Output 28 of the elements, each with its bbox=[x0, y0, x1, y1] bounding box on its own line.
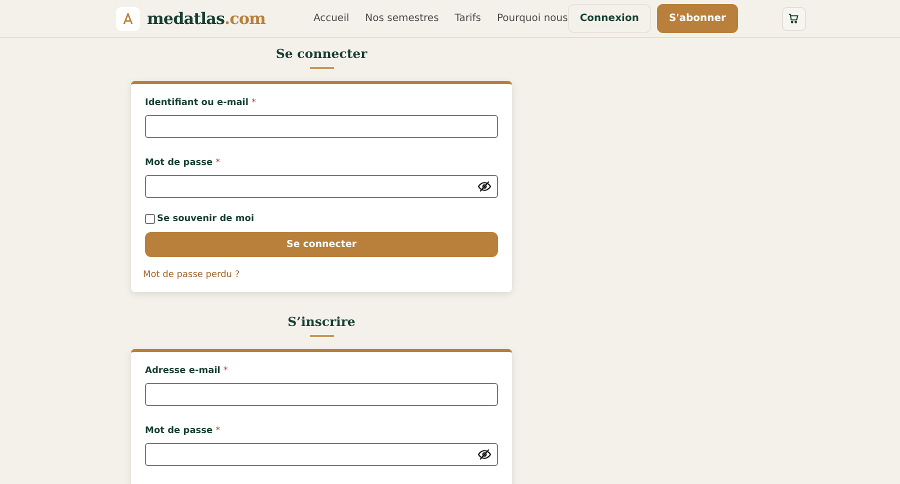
eye-slash-icon[interactable] bbox=[478, 449, 491, 460]
checkbox-label: Se souvenir de moi bbox=[157, 214, 254, 224]
field-label: Mot de passe bbox=[145, 426, 213, 436]
required-marker: * bbox=[251, 98, 256, 108]
logo-icon[interactable] bbox=[116, 6, 140, 30]
field-label: Adresse e-mail bbox=[145, 366, 220, 376]
section-title: Se connecter bbox=[274, 45, 368, 61]
checkbox[interactable] bbox=[145, 214, 155, 224]
login-button[interactable]: Connexion bbox=[568, 4, 651, 33]
cart-icon bbox=[788, 13, 800, 24]
input-field[interactable] bbox=[145, 175, 498, 198]
required-marker: * bbox=[216, 426, 220, 436]
input-field[interactable] bbox=[145, 115, 498, 138]
cart-button[interactable] bbox=[782, 6, 806, 30]
eye-slash-icon[interactable] bbox=[478, 181, 491, 192]
nav-link[interactable]: Nos semestres bbox=[365, 13, 439, 24]
nav-link[interactable]: Tarifs bbox=[454, 13, 481, 24]
required-marker: * bbox=[223, 366, 228, 376]
forgot-password-link[interactable]: Mot de passe perdu ? bbox=[143, 270, 498, 280]
input-field[interactable] bbox=[145, 443, 498, 466]
field-label: Mot de passe bbox=[145, 158, 213, 168]
input-field[interactable] bbox=[145, 383, 498, 406]
nav-link[interactable]: Accueil bbox=[313, 13, 350, 24]
logo-text[interactable]: medatlas.com bbox=[147, 9, 266, 28]
section-title: S’inscrire bbox=[286, 313, 356, 329]
nav-link[interactable]: Pourquoi nous bbox=[497, 13, 568, 24]
field-label: Identifiant ou e-mail bbox=[145, 98, 248, 108]
required-marker: * bbox=[216, 158, 220, 168]
